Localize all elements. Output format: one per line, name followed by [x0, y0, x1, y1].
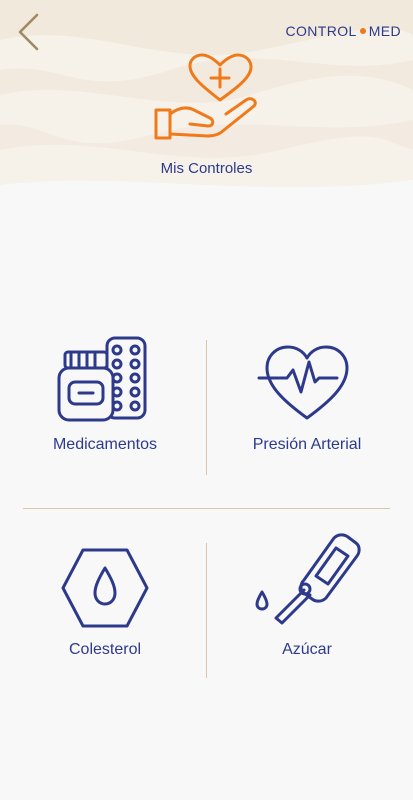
vertical-divider-top: [206, 340, 207, 475]
logo-text-med: MED: [368, 23, 401, 39]
tile-presion-arterial[interactable]: Presión Arterial: [212, 330, 402, 490]
tile-label-medicamentos: Medicamentos: [52, 436, 158, 453]
medication-icon: [57, 336, 147, 422]
logo-dot: [359, 28, 366, 34]
header: CONTROL MED Mis Controles: [0, 0, 413, 200]
tile-azucar[interactable]: Azúcar: [212, 533, 402, 700]
back-button[interactable]: [8, 8, 48, 56]
hand-heart-plus-icon: [154, 53, 257, 140]
app-logo: CONTROL MED: [285, 23, 401, 39]
glucometer-icon: [255, 533, 361, 625]
horizontal-divider: [23, 508, 390, 509]
tile-label-azucar: Azúcar: [282, 641, 332, 658]
tile-colesterol[interactable]: Colesterol: [10, 540, 200, 700]
vertical-divider-bottom: [206, 543, 207, 678]
drop-hexagon-icon: [61, 548, 149, 628]
heart-pulse-icon: [257, 345, 349, 420]
chevron-left-icon: [18, 13, 39, 51]
page-title: Mis Controles: [160, 160, 253, 177]
tile-label-colesterol: Colesterol: [68, 641, 142, 658]
tile-medicamentos[interactable]: Medicamentos: [10, 330, 200, 490]
logo-text-control: CONTROL: [285, 23, 357, 39]
tile-label-presion-arterial: Presión Arterial: [252, 436, 362, 453]
